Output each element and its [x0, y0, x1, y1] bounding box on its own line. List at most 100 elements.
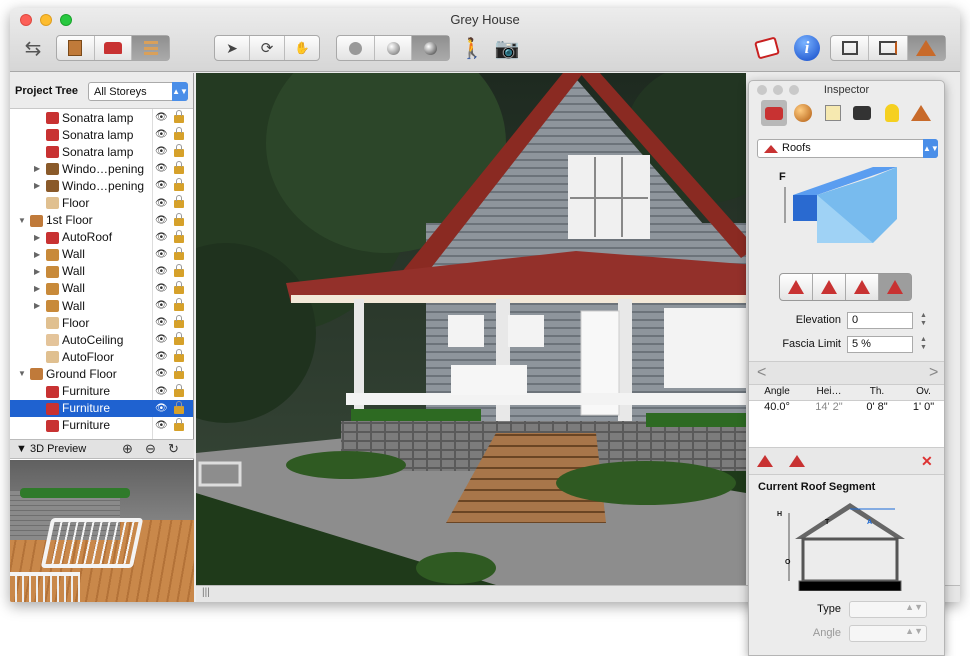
- shaded-render-button[interactable]: [375, 36, 413, 60]
- tree-item[interactable]: Sonatra lamp 👁: [10, 109, 193, 126]
- disclosure-closed-icon[interactable]: ▶: [34, 284, 44, 293]
- lock-icon[interactable]: [174, 280, 184, 294]
- tab-building[interactable]: [908, 100, 934, 126]
- visibility-eye-icon[interactable]: 👁: [155, 403, 168, 414]
- tree-item[interactable]: Sonatra lamp 👁: [10, 126, 193, 143]
- lock-icon[interactable]: [174, 315, 184, 329]
- zoom-out-icon[interactable]: ⊖: [145, 441, 156, 457]
- fascia-limit-stepper[interactable]: ▲ ▼: [918, 336, 929, 353]
- visibility-eye-icon[interactable]: 👁: [155, 146, 168, 157]
- tree-item[interactable]: ▶ Wall 👁: [10, 297, 193, 314]
- lock-icon[interactable]: [174, 127, 184, 141]
- visibility-eye-icon[interactable]: 👁: [155, 198, 168, 209]
- tree-item[interactable]: Floor 👁: [10, 194, 193, 211]
- visibility-eye-icon[interactable]: 👁: [155, 334, 168, 345]
- tree-item[interactable]: AutoFloor 👁: [10, 348, 193, 365]
- col-overhang[interactable]: Ov.: [901, 386, 944, 400]
- lock-icon[interactable]: [174, 400, 184, 414]
- tree-item[interactable]: Furniture 👁: [10, 417, 193, 434]
- visibility-eye-icon[interactable]: 👁: [155, 368, 168, 379]
- visibility-eye-icon[interactable]: 👁: [155, 249, 168, 260]
- lock-icon[interactable]: [174, 110, 184, 123]
- fascia-limit-field[interactable]: 5 %: [847, 336, 913, 353]
- elevation-stepper[interactable]: ▲ ▼: [918, 312, 929, 329]
- insert-segment-icon[interactable]: [789, 455, 805, 467]
- snapshot-button[interactable]: 📷: [492, 34, 522, 62]
- table-row[interactable]: 40.0° 14' 2" 0' 8" 1' 0": [749, 401, 944, 418]
- visibility-eye-icon[interactable]: 👁: [155, 163, 168, 174]
- inspector-minimize-button[interactable]: [773, 85, 783, 95]
- type-select[interactable]: ▲▼: [849, 601, 927, 618]
- lock-icon[interactable]: [174, 229, 184, 243]
- hand-tool-button[interactable]: ✋: [285, 36, 319, 60]
- storey-filter-select[interactable]: All Storeys ▲▼: [88, 82, 188, 101]
- inspector-close-button[interactable]: [757, 85, 767, 95]
- furniture-view-button[interactable]: [95, 36, 133, 60]
- lock-icon[interactable]: [174, 383, 184, 397]
- disclosure-closed-icon[interactable]: ▶: [34, 233, 44, 242]
- 3d-layout-button[interactable]: [907, 36, 945, 60]
- tree-item[interactable]: Furniture 👁: [10, 399, 193, 417]
- storey-view-button[interactable]: [57, 36, 95, 60]
- 3d-view[interactable]: [196, 73, 746, 585]
- list-view-button[interactable]: [132, 36, 170, 60]
- visibility-eye-icon[interactable]: 👁: [155, 386, 168, 397]
- tree-item[interactable]: ▼ Ground Floor 👁: [10, 365, 193, 382]
- disclosure-closed-icon[interactable]: ▶: [34, 164, 44, 173]
- lock-icon[interactable]: [174, 366, 184, 380]
- next-segment-button[interactable]: >: [929, 364, 938, 382]
- tab-lights[interactable]: [879, 100, 905, 126]
- remove-segment-button[interactable]: ✕: [921, 453, 933, 470]
- roof-style-2-button[interactable]: [813, 274, 846, 300]
- lock-icon[interactable]: [174, 263, 184, 277]
- tree-item[interactable]: ▶ Wall 👁: [10, 263, 193, 280]
- preview-label[interactable]: ▼ 3D Preview: [16, 443, 86, 455]
- visibility-eye-icon[interactable]: 👁: [155, 215, 168, 226]
- tree-item[interactable]: Furniture 👁: [10, 383, 193, 400]
- lock-icon[interactable]: [174, 332, 184, 346]
- visibility-eye-icon[interactable]: 👁: [155, 283, 168, 294]
- visibility-eye-icon[interactable]: 👁: [155, 232, 168, 243]
- visibility-eye-icon[interactable]: 👁: [155, 420, 168, 431]
- col-height[interactable]: Hei…: [805, 386, 853, 400]
- split-layout-button[interactable]: [869, 36, 908, 60]
- cell-angle[interactable]: 40.0°: [749, 401, 805, 418]
- 3d-preview[interactable]: [10, 460, 194, 602]
- tree-item[interactable]: ▶ Windo…pening 👁: [10, 177, 193, 194]
- lock-icon[interactable]: [174, 349, 184, 363]
- visibility-eye-icon[interactable]: 👁: [155, 351, 168, 362]
- category-select[interactable]: Roofs ▲▼: [757, 139, 939, 158]
- tree-item[interactable]: ▼ 1st Floor 👁: [10, 212, 193, 229]
- tab-edit[interactable]: [820, 100, 846, 126]
- lock-icon[interactable]: [174, 178, 184, 192]
- tab-objects[interactable]: [761, 100, 787, 126]
- roof-style-1-button[interactable]: [780, 274, 813, 300]
- realistic-render-button[interactable]: [412, 36, 450, 60]
- disclosure-open-icon[interactable]: ▼: [18, 369, 28, 378]
- tree-item[interactable]: ▶ Windo…pening 👁: [10, 160, 193, 177]
- tree-item[interactable]: ▶ Wall 👁: [10, 246, 193, 263]
- disclosure-closed-icon[interactable]: ▶: [34, 267, 44, 276]
- elevation-field[interactable]: 0: [847, 312, 913, 329]
- lock-icon[interactable]: [174, 161, 184, 175]
- lock-icon[interactable]: [174, 298, 184, 312]
- export-button[interactable]: [752, 34, 782, 62]
- tree-item[interactable]: Sonatra lamp 👁: [10, 143, 193, 160]
- angle-field[interactable]: ▲▼: [849, 625, 927, 642]
- disclosure-closed-icon[interactable]: ▶: [34, 301, 44, 310]
- visibility-eye-icon[interactable]: 👁: [155, 317, 168, 328]
- cell-overhang[interactable]: 1' 0": [901, 401, 944, 418]
- lock-icon[interactable]: [174, 144, 184, 158]
- disclosure-open-icon[interactable]: ▼: [18, 216, 28, 225]
- disclosure-closed-icon[interactable]: ▶: [34, 250, 44, 259]
- visibility-eye-icon[interactable]: 👁: [155, 266, 168, 277]
- tree-item[interactable]: ▶ Wall 👁: [10, 280, 193, 297]
- lock-icon[interactable]: [174, 195, 184, 209]
- rotate-tool-button[interactable]: ⟳: [250, 36, 285, 60]
- resize-handle[interactable]: |||: [202, 587, 210, 598]
- tab-camera[interactable]: [849, 100, 875, 126]
- visibility-eye-icon[interactable]: 👁: [155, 180, 168, 191]
- col-thickness[interactable]: Th.: [853, 386, 901, 400]
- roof-style-3-button[interactable]: [846, 274, 879, 300]
- tab-materials[interactable]: [790, 100, 816, 126]
